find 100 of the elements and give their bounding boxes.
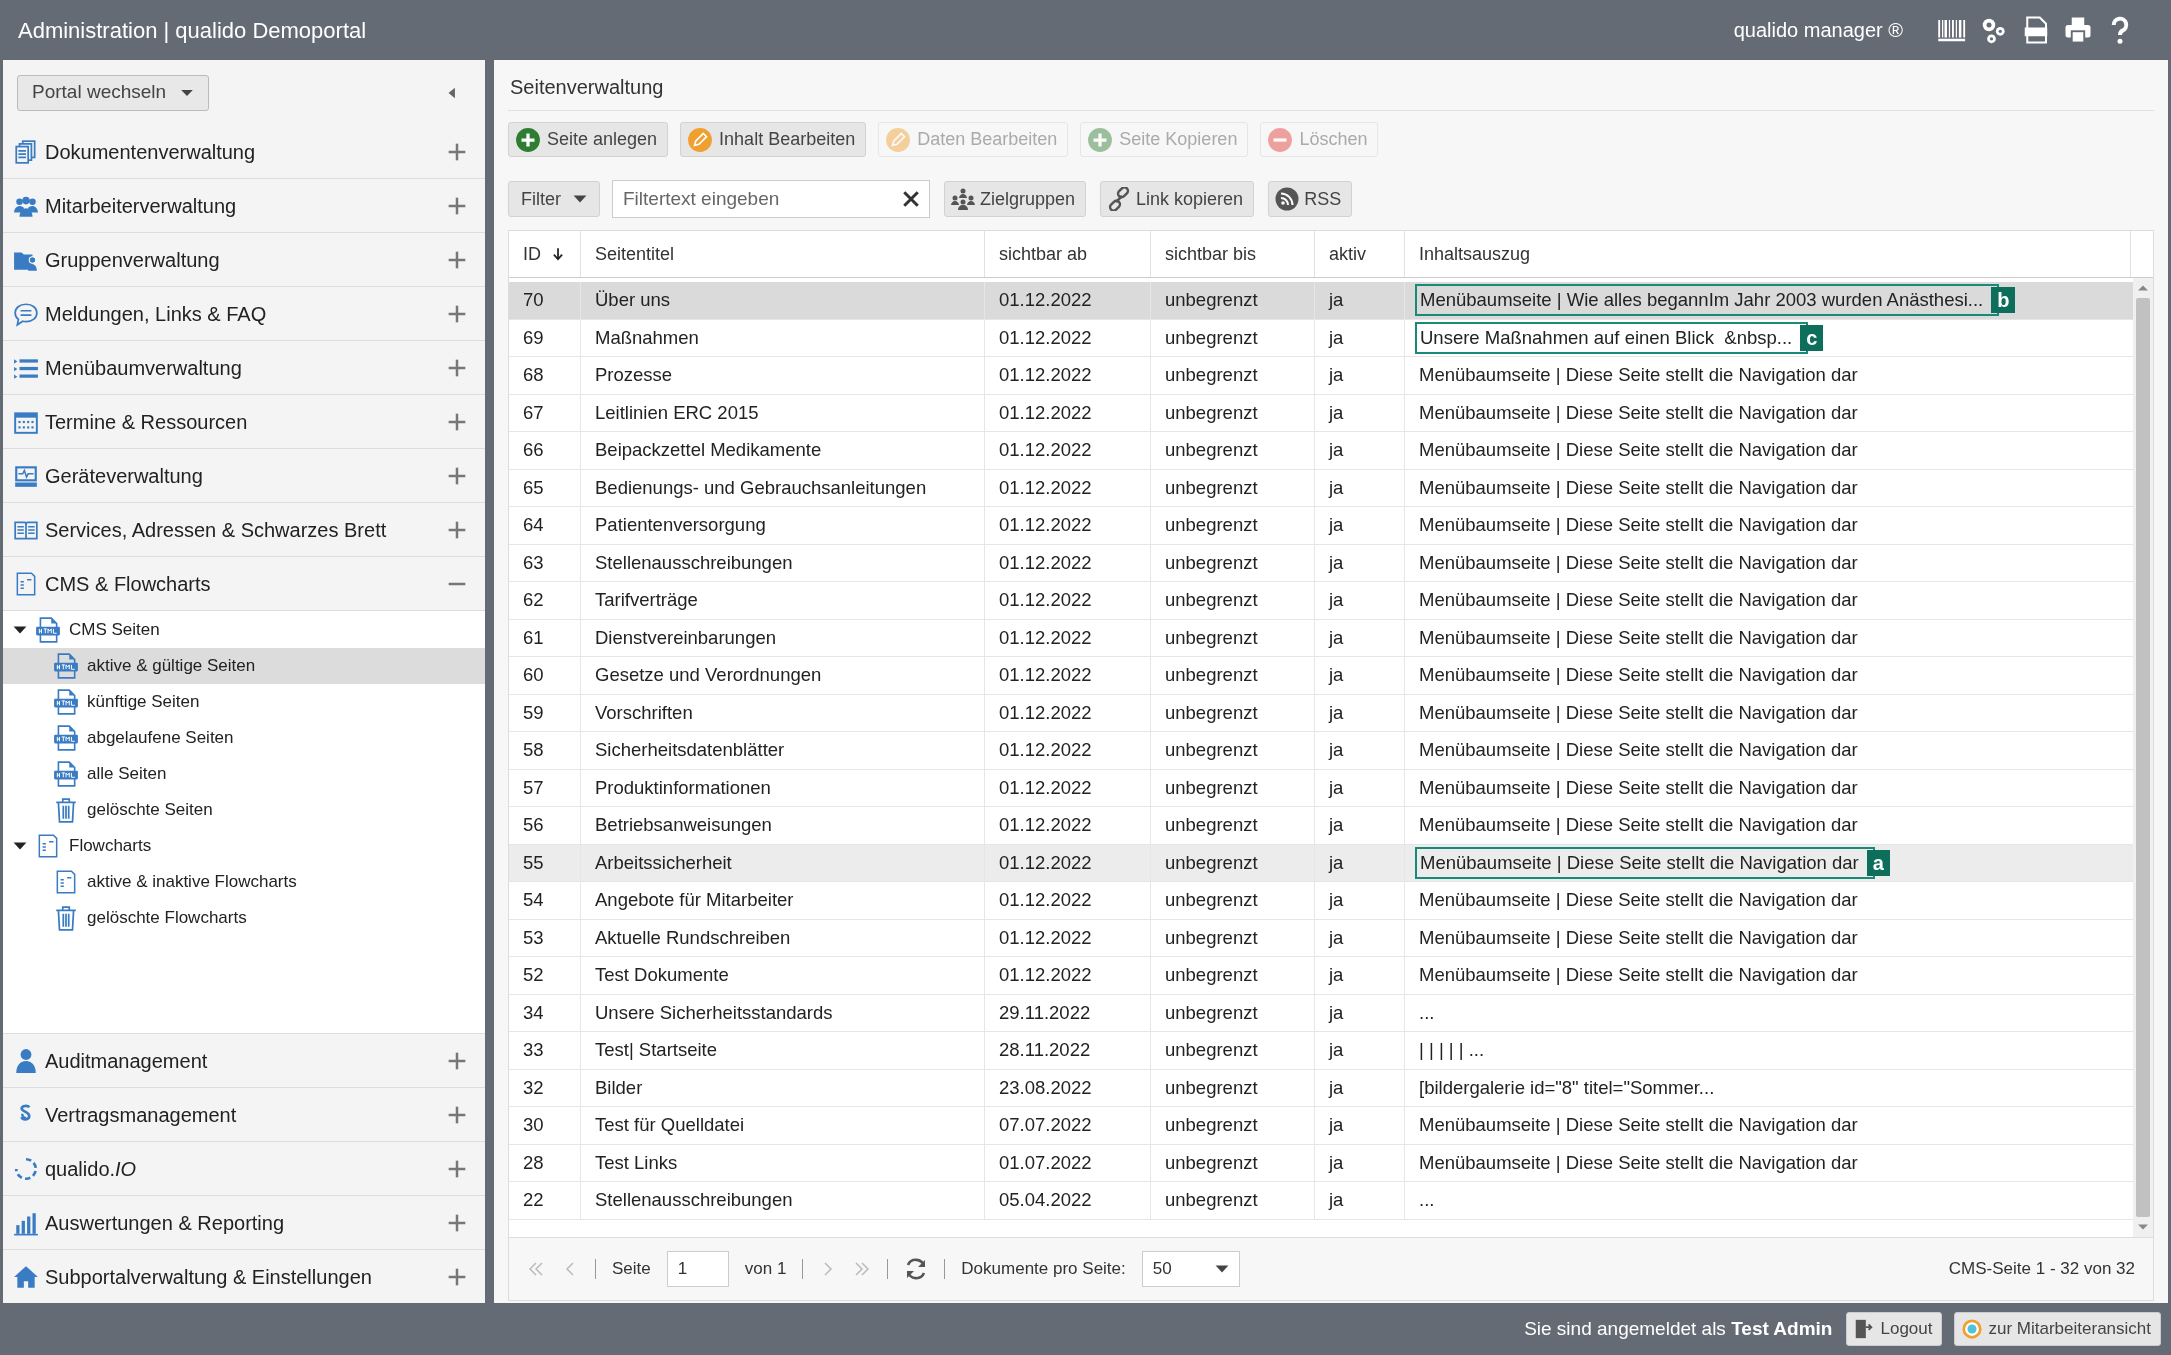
table-cell-text: Unsere Sicherheitsstandards — [595, 1000, 833, 1025]
table-cell-text: ja — [1329, 700, 1344, 725]
toolbar-button[interactable]: Link kopieren — [1100, 181, 1255, 217]
tree-item[interactable]: aktive & inaktive Flowcharts — [3, 864, 485, 900]
expand-icon[interactable] — [447, 1104, 467, 1125]
table-row[interactable]: 60 Gesetze und Verordnungen 01.12.2022 unbegrenzt ja Menübaumseite | Diese Seite stellt die Navigation dar — [509, 657, 2133, 695]
table-row[interactable]: 70 Über uns 01.12.2022 unbegrenzt ja Menübaumseite | Wie alles begannIm Jahr 2003 wurden Anästhesi... b — [509, 282, 2133, 320]
table-cell-text: Arbeitssicherheit — [595, 850, 732, 875]
tree-item[interactable]: gelöschte Seiten — [3, 792, 485, 828]
expand-icon[interactable] — [447, 1212, 467, 1233]
footer-button[interactable]: Logout — [1846, 1312, 1943, 1346]
tree-item[interactable]: Flowcharts — [69, 833, 152, 859]
pencil-circle-icon — [687, 126, 714, 153]
table-row[interactable]: 58 Sicherheitsdatenblätter 01.12.2022 unbegrenzt ja Menübaumseite | Diese Seite stellt die Navigation dar — [509, 732, 2133, 770]
table-cell-text: unbegrenzt — [1165, 438, 1258, 463]
table-cell-text: 01.12.2022 — [999, 588, 1092, 613]
table-row[interactable]: 28 Test Links 01.07.2022 unbegrenzt ja Menübaumseite | Diese Seite stellt die Navigation dar — [509, 1144, 2133, 1182]
table-row[interactable]: 61 Dienstvereinbarungen 01.12.2022 unbegrenzt ja Menübaumseite | Diese Seite stellt die Navigation dar — [509, 619, 2133, 657]
product-name: qualido manager ® — [1733, 18, 1903, 43]
table-row[interactable]: 55 Arbeitssicherheit 01.12.2022 unbegrenzt ja Menübaumseite | Diese Seite stellt die Navigation dar a — [509, 844, 2133, 882]
table-row[interactable]: 33 Test| Startseite 28.11.2022 unbegrenzt ja | | | | | ... — [509, 1032, 2133, 1070]
tree-item[interactable]: alle Seiten — [3, 756, 485, 792]
table-row[interactable]: 62 Tarifverträge 01.12.2022 unbegrenzt ja Menübaumseite | Diese Seite stellt die Navigation dar — [509, 582, 2133, 620]
column-header[interactable]: aktiv — [1329, 240, 1366, 268]
table-row[interactable]: 69 Maßnahmen 01.12.2022 unbegrenzt ja Unsere Maßnahmen auf einen Blick &nbsp... c — [509, 319, 2133, 357]
expand-icon[interactable] — [447, 519, 467, 540]
expand-icon[interactable] — [447, 411, 467, 432]
table-cell-text: Bilder — [595, 1075, 643, 1100]
scrollbar-thumb[interactable] — [2136, 298, 2150, 1217]
table-cell-text: [bildergalerie id="8" titel="Sommer... — [1419, 1075, 1715, 1100]
expand-icon[interactable] — [447, 303, 467, 324]
sort-descending-icon[interactable] — [551, 245, 565, 263]
table-cell-text: 28 — [523, 1150, 544, 1175]
minus-circle-icon — [1267, 126, 1294, 153]
expand-icon[interactable] — [447, 141, 467, 162]
table-row[interactable]: 34 Unsere Sicherheitsstandards 29.11.2022 unbegrenzt ja ... — [509, 994, 2133, 1032]
table-cell-text: ... — [1419, 1000, 1435, 1025]
footer-button[interactable]: zur Mitarbeiteransicht — [1954, 1312, 2161, 1346]
expand-icon[interactable] — [447, 249, 467, 270]
table-cell-text: ja — [1329, 1188, 1344, 1213]
table-row[interactable]: 63 Stellenausschreibungen 01.12.2022 unbegrenzt ja Menübaumseite | Diese Seite stellt die Navigation dar — [509, 544, 2133, 582]
table-cell-text: unbegrenzt — [1165, 513, 1258, 538]
table-row[interactable]: 67 Leitlinien ERC 2015 01.12.2022 unbegrenzt ja Menübaumseite | Diese Seite stellt die Navigation dar — [509, 394, 2133, 432]
table-row[interactable]: 22 Stellenausschreibungen 05.04.2022 unbegrenzt ja ... — [509, 1182, 2133, 1220]
tree-item[interactable]: aktive & gültige Seiten — [3, 648, 485, 684]
table-cell-text: Maßnahmen — [595, 325, 699, 350]
portal-switch-dropdown[interactable]: Portal wechseln — [17, 74, 210, 111]
tree-item[interactable]: CMS Seiten — [69, 617, 160, 643]
table-cell-text: Sicherheitsdatenblätter — [595, 738, 785, 763]
table-row[interactable]: 53 Aktuelle Rundschreiben 01.12.2022 unbegrenzt ja Menübaumseite | Diese Seite stellt die Navigation dar — [509, 919, 2133, 957]
table-row[interactable]: 54 Angebote für Mitarbeiter 01.12.2022 unbegrenzt ja Menübaumseite | Diese Seite stellt die Navigation dar — [509, 882, 2133, 920]
table-cell-text: unbegrenzt — [1165, 813, 1258, 838]
expand-icon[interactable] — [447, 1158, 467, 1179]
column-header[interactable]: sichtbar bis — [1165, 240, 1257, 268]
toolbar-button[interactable]: RSS — [1268, 181, 1353, 217]
table-row[interactable]: 30 Test für Quelldatei 07.07.2022 unbegrenzt ja Menübaumseite | Diese Seite stellt die Navigation dar — [509, 1107, 2133, 1145]
table-cell-text: Test Dokumente — [595, 963, 729, 988]
table-row[interactable]: 56 Betriebsanweisungen 01.12.2022 unbegrenzt ja Menübaumseite | Diese Seite stellt die Navigation dar — [509, 807, 2133, 845]
expand-icon[interactable] — [447, 1050, 467, 1071]
column-header[interactable]: sichtbar ab — [999, 240, 1088, 268]
table-cell-text: Menübaumseite | Diese Seite stellt die Navigation dar — [1419, 363, 1858, 388]
expand-icon[interactable] — [447, 465, 467, 486]
toolbar-button[interactable]: Seite anlegen — [508, 122, 669, 157]
table-row[interactable]: 66 Beipackzettel Medikamente 01.12.2022 unbegrenzt ja Menübaumseite | Diese Seite stellt die Navigation dar — [509, 432, 2133, 470]
table-cell-text: 67 — [523, 400, 544, 425]
table-row[interactable]: 64 Patientenversorgung 01.12.2022 unbegrenzt ja Menübaumseite | Diese Seite stellt die Navigation dar — [509, 507, 2133, 545]
filter-field[interactable]: Filtertext eingeben — [612, 180, 930, 218]
tree-item[interactable]: gelöschte Flowcharts — [3, 900, 485, 936]
plus-circle-icon — [1087, 126, 1114, 153]
expand-icon[interactable] — [447, 1266, 467, 1287]
tree-item[interactable]: abgelaufene Seiten — [3, 720, 485, 756]
expand-icon[interactable] — [447, 357, 467, 378]
column-header[interactable]: Seitentitel — [595, 240, 675, 268]
table-cell-text: 01.12.2022 — [999, 550, 1092, 575]
column-header[interactable]: Inhaltsauszug — [1419, 240, 1531, 268]
table-row[interactable]: 65 Bedienungs- und Gebrauchsanleitungen 01.12.2022 unbegrenzt ja Menübaumseite | Diese Seite stellt die Navigation dar — [509, 469, 2133, 507]
column-header[interactable]: ID — [523, 240, 541, 268]
print-icon[interactable] — [2063, 15, 2093, 45]
filter-dropdown[interactable]: Filter — [508, 181, 600, 217]
table-cell-text: 32 — [523, 1075, 544, 1100]
page-size-dropdown[interactable]: 50 — [1141, 1251, 1240, 1287]
expand-icon[interactable] — [447, 195, 467, 216]
toolbar-button[interactable]: Inhalt Bearbeiten — [680, 122, 867, 157]
table-cell-text: 69 — [523, 325, 544, 350]
tree-item[interactable]: künftige Seiten — [3, 684, 485, 720]
table-cell-text: unbegrenzt — [1165, 1038, 1258, 1063]
table-row[interactable]: 32 Bilder 23.08.2022 unbegrenzt ja [bildergalerie id="8" titel="Sommer... — [509, 1069, 2133, 1107]
table-row[interactable]: 52 Test Dokumente 01.12.2022 unbegrenzt ja Menübaumseite | Diese Seite stellt die Navigation dar — [509, 957, 2133, 995]
html-file-icon — [53, 725, 79, 751]
table-cell-text: unbegrenzt — [1165, 1075, 1258, 1100]
toolbar-button[interactable]: Zielgruppen — [944, 181, 1087, 217]
page-field[interactable]: 1 — [666, 1251, 729, 1287]
close-icon[interactable] — [902, 190, 920, 208]
table-row[interactable]: 68 Prozesse 01.12.2022 unbegrenzt ja Menübaumseite | Diese Seite stellt die Navigation dar — [509, 357, 2133, 395]
table-row[interactable]: 59 Vorschriften 01.12.2022 unbegrenzt ja Menübaumseite | Diese Seite stellt die Navigation dar — [509, 694, 2133, 732]
table-cell-text: 23.08.2022 — [999, 1075, 1092, 1100]
table-row[interactable]: 57 Produktinformationen 01.12.2022 unbegrenzt ja Menübaumseite | Diese Seite stellt die Navigation dar — [509, 769, 2133, 807]
scrollbar[interactable] — [2133, 278, 2153, 1237]
table-cell-text: Menübaumseite | Diese Seite stellt die Navigation dar — [1419, 888, 1858, 913]
table-cell-text: unbegrenzt — [1165, 1113, 1258, 1138]
